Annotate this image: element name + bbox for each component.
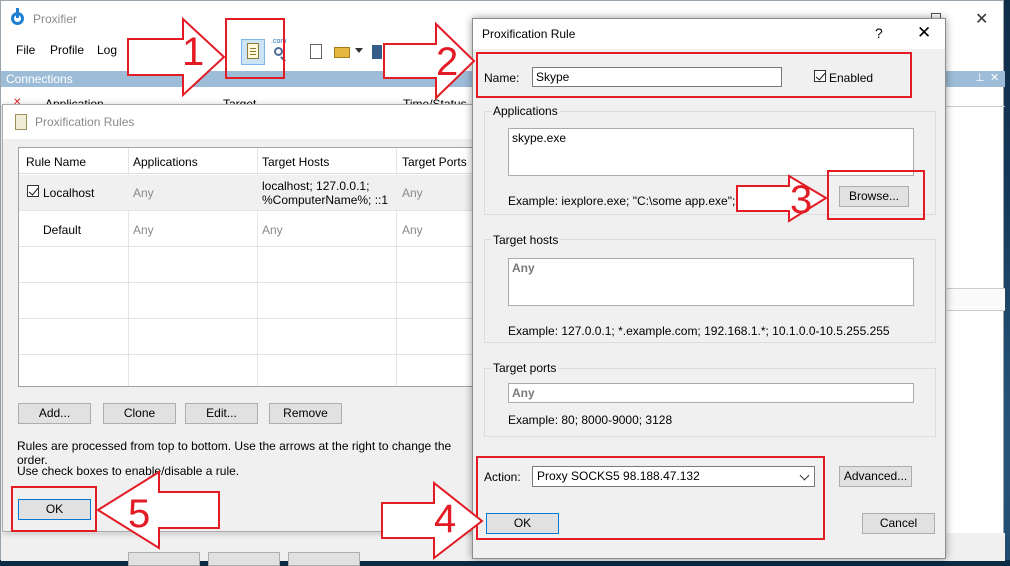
arrow-2: [383, 21, 476, 101]
arrow-4: [381, 480, 484, 560]
annotation-number-4: 4: [434, 497, 457, 541]
annotation-number-5: 5: [128, 492, 151, 536]
arrow-3: [736, 174, 828, 223]
arrow-1: [127, 16, 226, 98]
annotation-number-2: 2: [436, 40, 459, 84]
annotation-arrows: [96, 16, 828, 560]
annotation-number-1: 1: [182, 30, 205, 74]
annotation-number-3: 3: [790, 178, 813, 222]
arrow-5: [96, 470, 220, 550]
